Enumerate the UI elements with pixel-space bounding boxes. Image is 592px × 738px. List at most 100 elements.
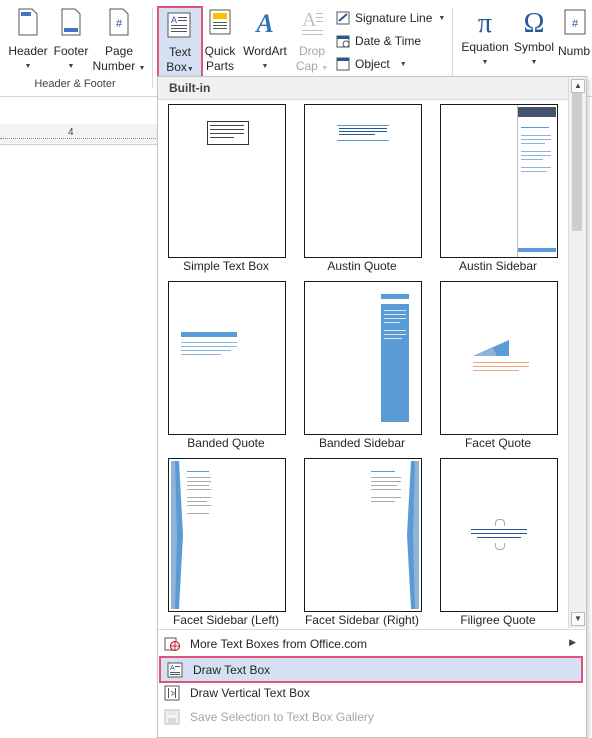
preview-line — [384, 330, 406, 331]
scroll-up-icon[interactable]: ▲ — [571, 79, 585, 93]
gallery-item-facet-quote[interactable] — [440, 281, 558, 435]
symbol-button[interactable]: Ω Symbol ▼ — [512, 8, 556, 70]
preview-line — [473, 366, 529, 367]
sidebar-header-bar — [518, 107, 556, 117]
header-button[interactable]: Header ▼ — [6, 8, 50, 74]
gallery-item-facet-sidebar-right[interactable] — [304, 458, 422, 612]
gallery-item-facet-sidebar-left[interactable] — [168, 458, 286, 612]
gallery-label: Austin Quote — [327, 259, 397, 273]
gallery-scrollbar[interactable]: ▲ ▼ — [568, 77, 586, 628]
preview-line — [371, 481, 401, 482]
gallery-label: Banded Quote — [187, 436, 265, 450]
gallery-item-filigree-quote[interactable] — [440, 458, 558, 612]
gallery-item-austin-quote[interactable] — [304, 104, 422, 258]
signature-line-label: Signature Line — [355, 11, 433, 25]
preview-line — [471, 533, 527, 534]
chevron-down-icon: ▼ — [261, 63, 269, 70]
page-number-icon: # — [109, 8, 129, 36]
preview-line — [521, 143, 545, 144]
gallery-label: Facet Sidebar (Left) — [172, 613, 280, 627]
gallery-item-banded-quote[interactable] — [168, 281, 286, 435]
date-time-button[interactable]: Date & Time — [336, 31, 421, 51]
scroll-down-icon[interactable]: ▼ — [571, 612, 585, 626]
omega-icon: Ω — [523, 8, 545, 39]
preview-line — [384, 334, 406, 335]
object-icon — [336, 57, 350, 71]
footer-label: Footer — [53, 44, 89, 58]
gallery-item-simple-text-box[interactable] — [168, 104, 286, 258]
chevron-down-icon: ▼ — [24, 63, 32, 70]
preview-line — [521, 127, 549, 128]
preview-line — [521, 155, 551, 156]
preview-line — [384, 318, 406, 319]
chevron-down-icon: ▼ — [321, 65, 329, 72]
symbol-label: Symbol — [513, 40, 554, 54]
preview-line — [521, 151, 551, 152]
gallery-label: Simple Text Box — [183, 259, 269, 273]
wordart-icon: A — [254, 9, 273, 38]
equation-button[interactable]: π Equation ▼ — [460, 8, 510, 70]
drop-cap-button[interactable]: A Drop Cap ▼ — [293, 8, 331, 76]
more-text-boxes-item[interactable]: More Text Boxes from Office.com ▶ — [158, 632, 586, 656]
chevron-down-icon: ▼ — [138, 65, 146, 72]
preview-line — [521, 167, 551, 168]
gallery-item-banded-sidebar[interactable] — [304, 281, 422, 435]
preview-line — [371, 489, 401, 490]
preview-line — [187, 471, 209, 472]
more-text-boxes-label: More Text Boxes from Office.com — [190, 637, 367, 651]
preview-line — [339, 128, 387, 129]
preview-line — [187, 501, 207, 502]
preview-line — [339, 134, 375, 135]
gallery-menu: More Text Boxes from Office.com ▶ A Draw… — [158, 629, 586, 738]
page-number-button[interactable]: # Page Number ▼ — [92, 8, 146, 76]
preview-line — [371, 485, 397, 486]
draw-text-box-label: Draw Text Box — [193, 663, 271, 677]
number-button[interactable]: # Numb — [558, 8, 592, 59]
scrollbar-thumb[interactable] — [572, 93, 582, 231]
thumb-preview — [181, 332, 237, 337]
preview-line — [187, 489, 211, 490]
preview-line — [521, 135, 551, 136]
chevron-down-icon: ▼ — [399, 60, 407, 68]
number-cut-label: Numb — [558, 44, 591, 58]
preview-line — [210, 137, 234, 138]
horizontal-ruler: 4 — [0, 124, 160, 145]
wordart-button[interactable]: A WordArt ▼ — [240, 8, 290, 74]
text-box-button[interactable]: A Text Box▼ — [157, 6, 203, 78]
text-box-icon: A — [167, 12, 191, 38]
preview-line — [371, 501, 395, 502]
preview-line — [477, 537, 521, 538]
footer-button[interactable]: Footer ▼ — [52, 8, 90, 74]
preview-line — [371, 477, 401, 478]
chevron-down-icon: ▼ — [481, 59, 489, 66]
preview-line — [187, 485, 209, 486]
sidebar-footer-bar — [518, 248, 556, 252]
preview-line — [521, 171, 547, 172]
preview-line — [181, 346, 237, 347]
preview-line — [210, 133, 244, 134]
gallery-label: Facet Quote — [464, 436, 532, 450]
svg-text:#: # — [116, 18, 123, 30]
gallery-grid: Simple Text Box Austin Quote Austin Side… — [158, 100, 568, 627]
preview-line — [473, 362, 529, 363]
gallery-label: Filigree Quote — [460, 613, 536, 627]
chevron-down-icon: ▼ — [67, 63, 75, 70]
draw-text-box-item[interactable]: A Draw Text Box — [159, 656, 583, 683]
gallery-item-austin-sidebar[interactable] — [440, 104, 558, 258]
preview-line — [181, 354, 221, 355]
save-selection-item[interactable]: Save Selection to Text Box Gallery — [158, 705, 586, 729]
thumb-preview — [171, 461, 183, 609]
globe-icon — [164, 637, 180, 651]
document-canvas[interactable] — [0, 146, 160, 738]
signature-line-button[interactable]: Signature Line ▼ — [336, 8, 445, 28]
draw-vertical-text-box-item[interactable]: A Draw Vertical Text Box — [158, 681, 586, 705]
gallery-label: Austin Sidebar — [458, 259, 538, 273]
preview-line — [521, 139, 551, 140]
page-label: Page — [104, 44, 134, 58]
thumb-preview — [407, 461, 419, 609]
built-in-heading: Built-in — [169, 81, 211, 95]
drop-cap-label-1: Drop — [298, 44, 325, 58]
preview-line — [384, 314, 406, 315]
object-button[interactable]: Object ▼ — [336, 54, 407, 74]
filigree-ornament — [495, 543, 505, 550]
